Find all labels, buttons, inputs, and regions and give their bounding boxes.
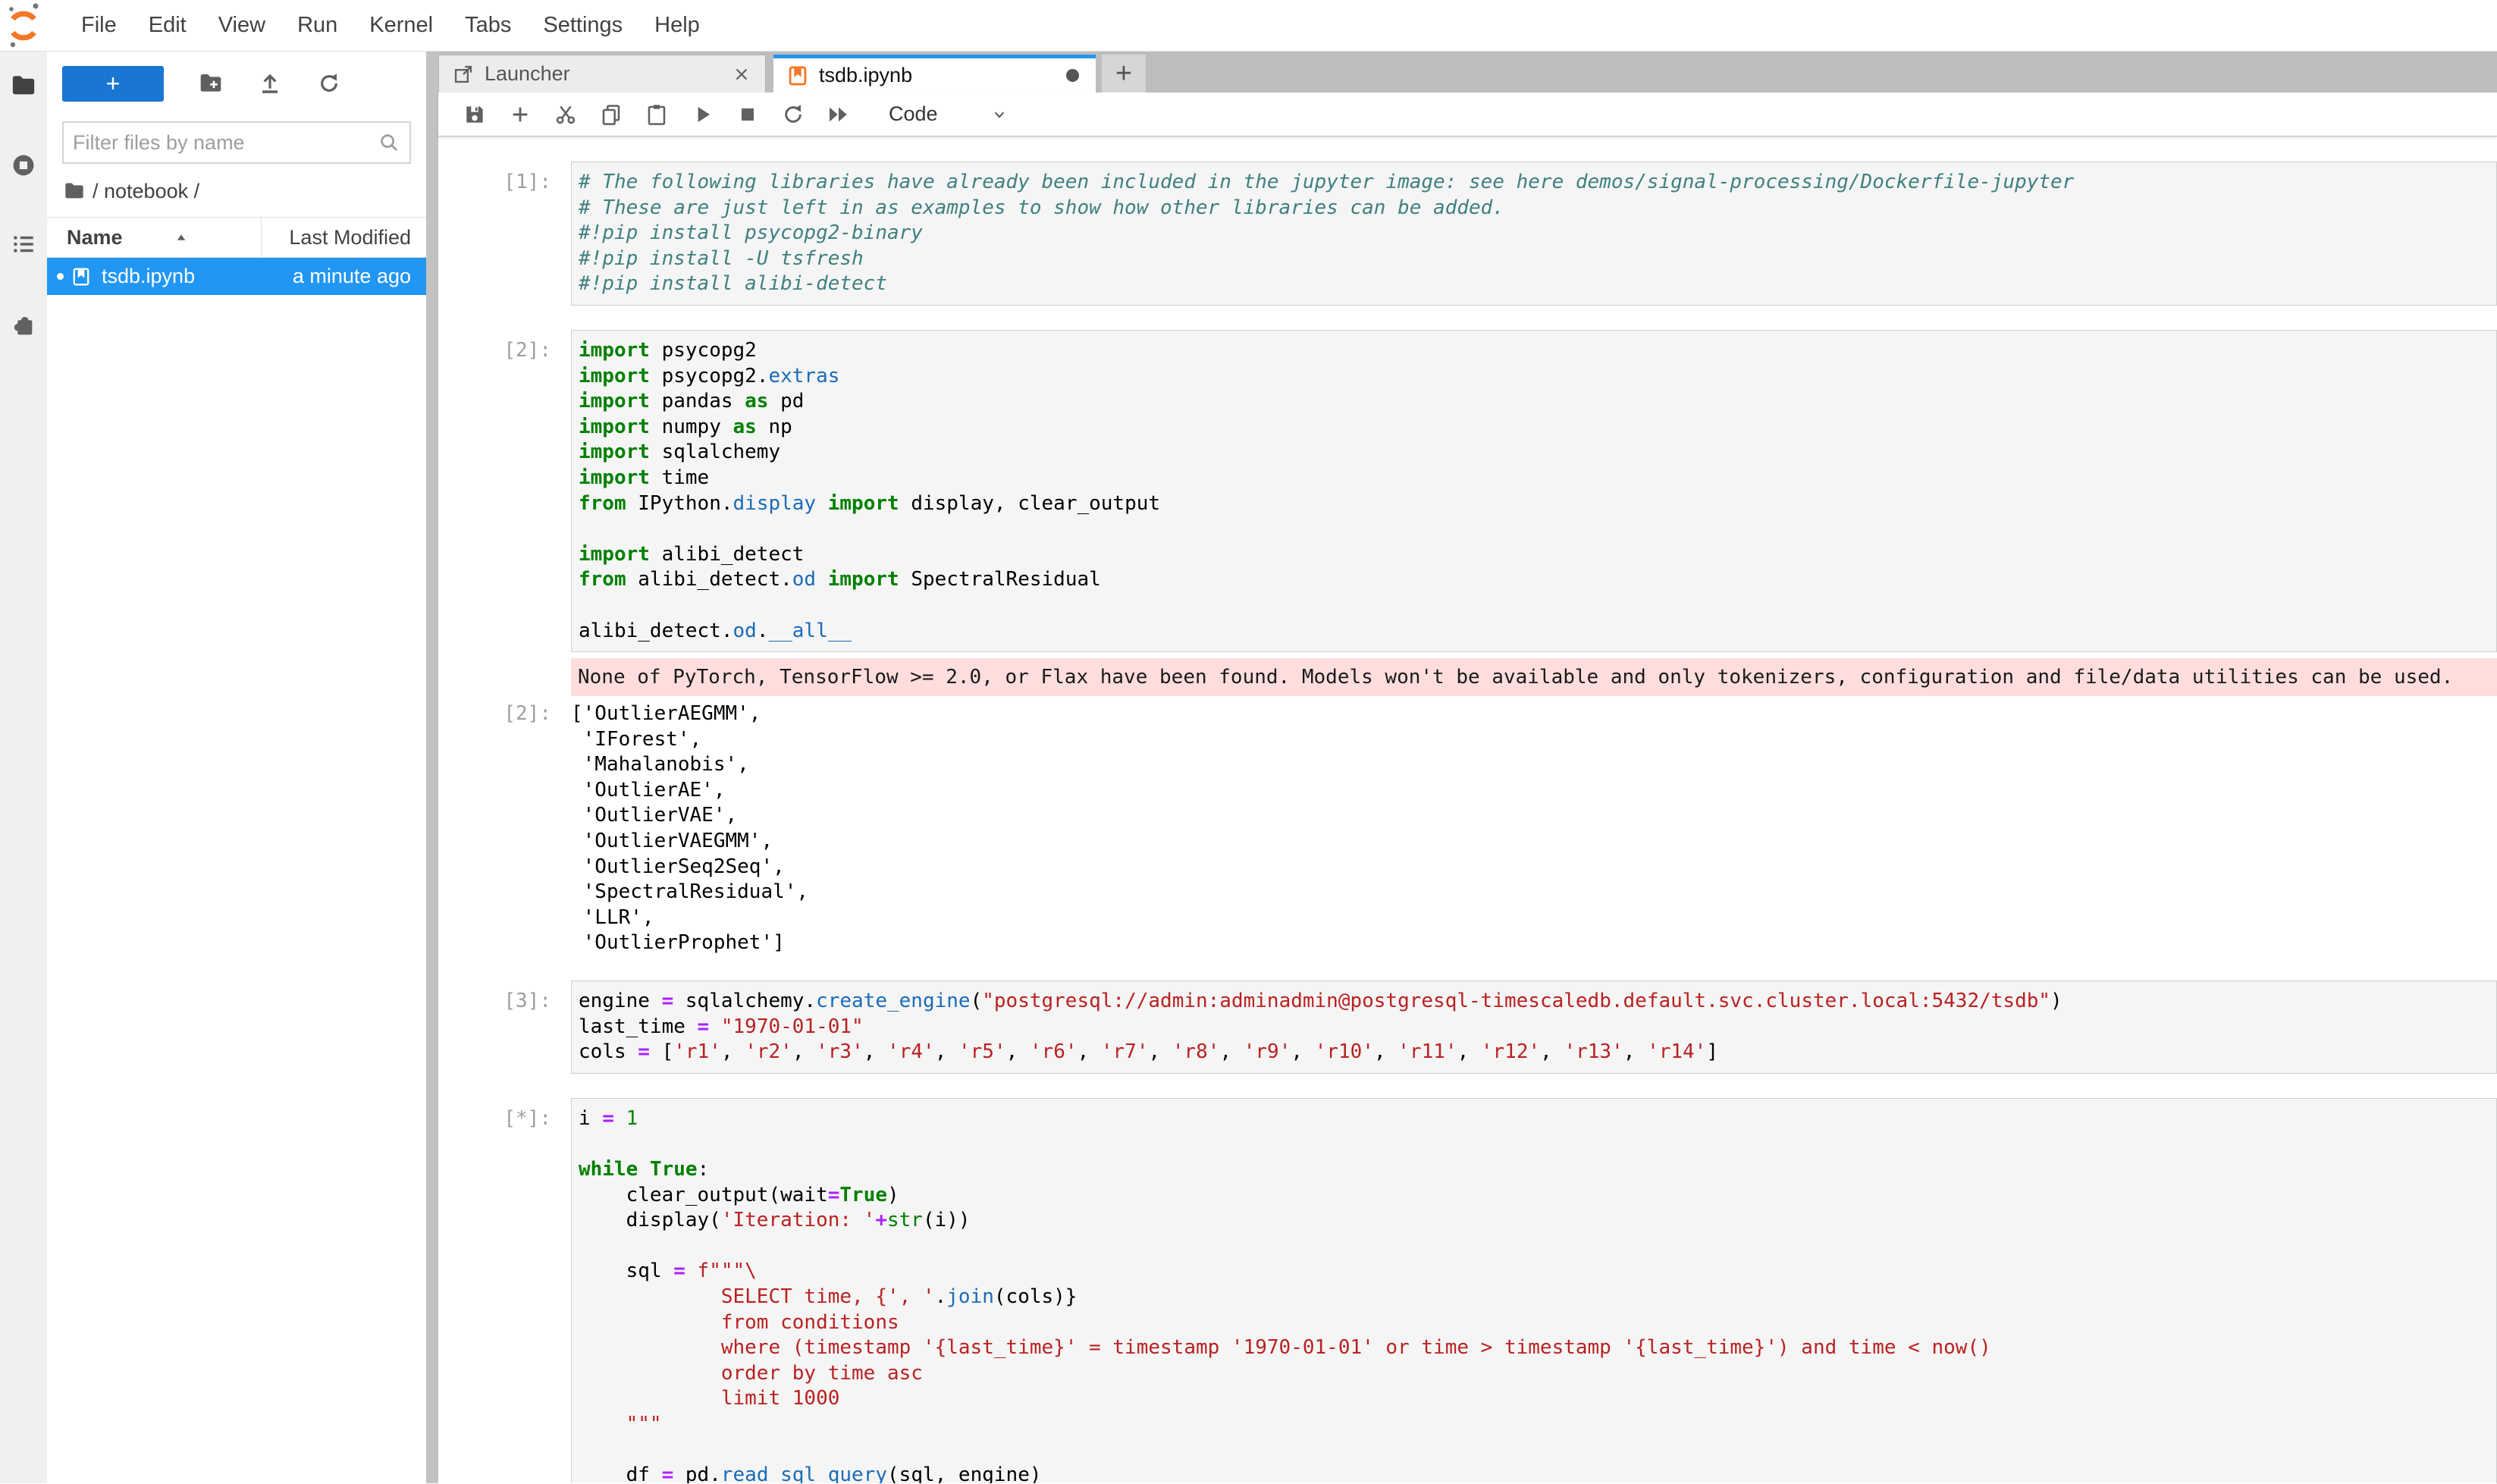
menu-items: FileEditViewRunKernelTabsSettingsHelp: [65, 13, 716, 38]
tab-label: Launcher: [485, 62, 732, 86]
running-sessions-icon[interactable]: [11, 152, 36, 178]
breadcrumb-path: / notebook /: [93, 180, 199, 203]
launcher-icon: [453, 64, 474, 85]
file-row[interactable]: tsdb.ipynb a minute ago: [47, 258, 426, 295]
menu-item-view[interactable]: View: [202, 13, 281, 38]
tab-tsdb-notebook[interactable]: tsdb.ipynb: [773, 55, 1096, 93]
save-icon[interactable]: [463, 102, 487, 127]
tab-label: tsdb.ipynb: [819, 64, 1066, 87]
menu-item-kernel[interactable]: Kernel: [353, 13, 449, 38]
file-browser-icon[interactable]: [11, 73, 36, 99]
tab-launcher[interactable]: Launcher: [438, 55, 766, 93]
cut-cells-icon[interactable]: [554, 102, 578, 127]
file-browser-panel: + / notebook /: [47, 52, 426, 1483]
menu-item-file[interactable]: File: [65, 13, 133, 38]
running-dot-icon: [57, 273, 64, 280]
column-header-modified[interactable]: Last Modified: [261, 217, 411, 258]
file-browser-toolbar: +: [47, 52, 426, 115]
menu-bar: FileEditViewRunKernelTabsSettingsHelp: [0, 0, 2497, 52]
cell-editor[interactable]: import psycopg2import psycopg2.extrasimp…: [571, 330, 2497, 652]
execution-count: [*]:: [438, 1098, 571, 1483]
menu-item-settings[interactable]: Settings: [527, 13, 638, 38]
execution-count: [3]:: [438, 980, 571, 1074]
panel-splitter[interactable]: [426, 52, 438, 1483]
menu-item-tabs[interactable]: Tabs: [449, 13, 527, 38]
search-icon: [378, 131, 400, 154]
paste-cells-icon[interactable]: [645, 102, 669, 127]
close-icon[interactable]: [732, 64, 751, 84]
notebook-toolbar: Code: [438, 93, 2497, 136]
menu-item-edit[interactable]: Edit: [133, 13, 202, 38]
stop-icon[interactable]: [736, 102, 760, 127]
file-list: tsdb.ipynb a minute ago: [47, 258, 426, 295]
tab-bar: Launcher tsdb.ipynb +: [438, 52, 2497, 93]
sort-ascending-icon: [174, 231, 188, 244]
code-cell: [*]:i = 1while True: clear_output(wait=T…: [438, 1098, 2497, 1483]
jupyter-logo: [6, 2, 41, 49]
add-cell-icon[interactable]: [508, 102, 532, 127]
new-launcher-button[interactable]: +: [62, 66, 164, 102]
cell-editor[interactable]: engine = sqlalchemy.create_engine("postg…: [571, 980, 2497, 1074]
refresh-icon[interactable]: [317, 71, 341, 96]
notebook-icon: [787, 65, 808, 86]
unsaved-changes-icon[interactable]: [1066, 69, 1079, 82]
table-of-contents-icon[interactable]: [11, 231, 36, 257]
cell-editor[interactable]: # The following libraries have already b…: [571, 162, 2497, 306]
restart-kernel-icon[interactable]: [781, 102, 805, 127]
output-prompt: [438, 652, 571, 696]
notebook-content: [1]:# The following libraries have alrea…: [438, 136, 2497, 1483]
restart-run-all-icon[interactable]: [827, 102, 851, 127]
execution-count: [2]:: [438, 330, 571, 652]
chevron-down-icon[interactable]: [990, 105, 1009, 124]
notebook-file-icon: [71, 265, 91, 288]
copy-cells-icon[interactable]: [599, 102, 623, 127]
extension-manager-icon[interactable]: [11, 313, 36, 339]
code-cell: [2]:import psycopg2import psycopg2.extra…: [438, 330, 2497, 956]
menu-item-run[interactable]: Run: [281, 13, 353, 38]
code-cell: [1]:# The following libraries have alrea…: [438, 162, 2497, 306]
file-name: tsdb.ipynb: [102, 265, 195, 288]
stderr-output: None of PyTorch, TensorFlow >= 2.0, or F…: [571, 658, 2497, 696]
filter-files-input[interactable]: [73, 131, 378, 155]
execution-count: [1]:: [438, 162, 571, 306]
home-folder-icon[interactable]: [64, 180, 85, 202]
cell-output: ['OutlierAEGMM', 'IForest', 'Mahalanobis…: [571, 701, 2497, 956]
new-folder-icon[interactable]: [199, 71, 223, 96]
new-tab-button[interactable]: +: [1102, 55, 1146, 93]
file-modified: a minute ago: [293, 265, 411, 288]
cell-editor[interactable]: i = 1while True: clear_output(wait=True)…: [571, 1098, 2497, 1483]
cell-type-select[interactable]: Code: [889, 102, 938, 126]
file-list-header: Name Last Modified: [47, 217, 426, 258]
filter-box: [62, 121, 411, 164]
menu-item-help[interactable]: Help: [638, 13, 716, 38]
activity-bar: [0, 52, 47, 1483]
code-cell: [3]:engine = sqlalchemy.create_engine("p…: [438, 980, 2497, 1074]
column-header-name[interactable]: Name: [67, 226, 123, 249]
breadcrumb[interactable]: / notebook /: [64, 177, 426, 205]
upload-icon[interactable]: [258, 71, 282, 96]
run-icon[interactable]: [690, 102, 714, 127]
output-prompt: [2]:: [438, 701, 571, 956]
